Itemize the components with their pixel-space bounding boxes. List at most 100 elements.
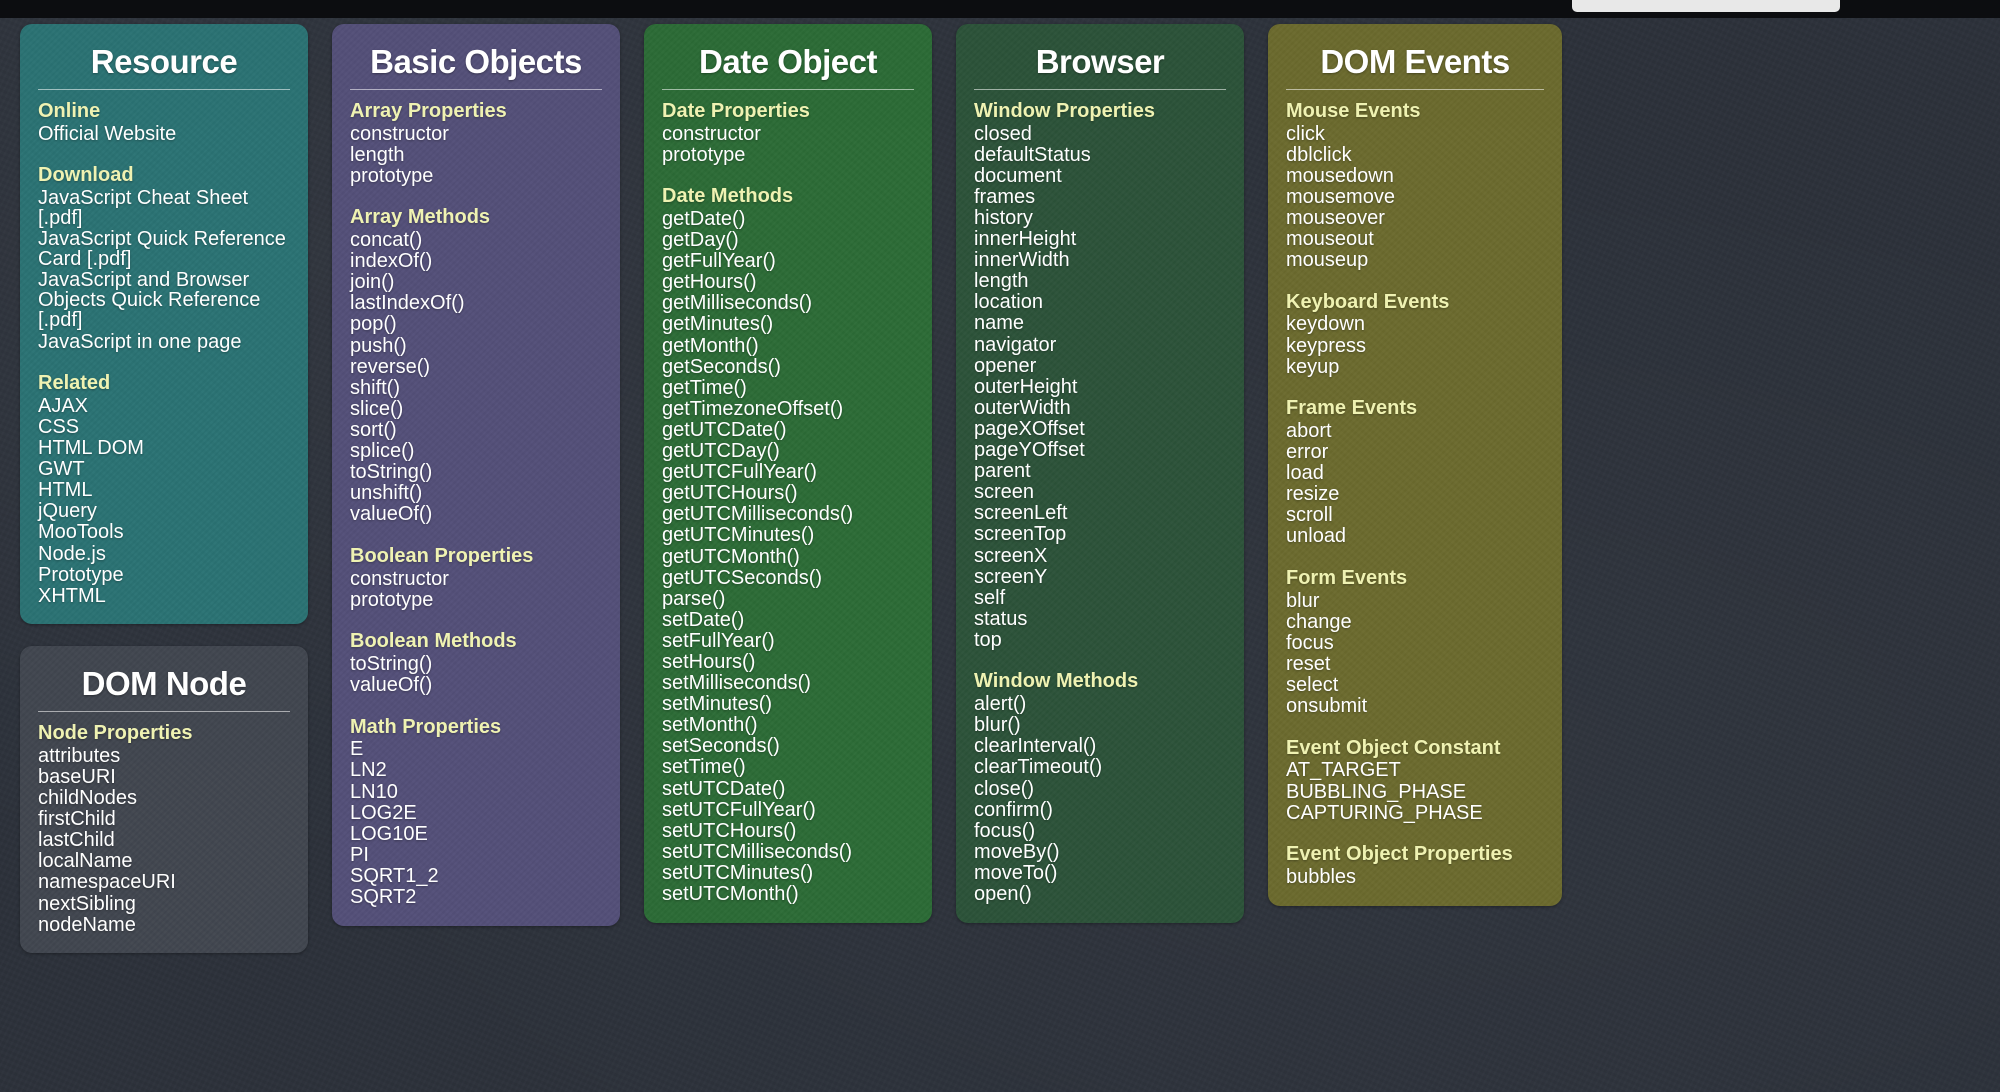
- list-item[interactable]: constructor: [350, 568, 602, 589]
- list-item[interactable]: pageXOffset: [974, 418, 1226, 439]
- list-item[interactable]: setTime(): [662, 757, 914, 778]
- list-item[interactable]: toString(): [350, 653, 602, 674]
- list-item[interactable]: location: [974, 292, 1226, 313]
- list-item[interactable]: change: [1286, 611, 1544, 632]
- list-item[interactable]: setUTCHours(): [662, 820, 914, 841]
- list-item[interactable]: reverse(): [350, 356, 602, 377]
- list-item[interactable]: PI: [350, 844, 602, 865]
- list-item[interactable]: setHours(): [662, 651, 914, 672]
- list-item[interactable]: screen: [974, 482, 1226, 503]
- list-item[interactable]: attributes: [38, 745, 290, 766]
- list-item[interactable]: valueOf(): [350, 504, 602, 525]
- list-item[interactable]: getHours(): [662, 272, 914, 293]
- list-item[interactable]: innerHeight: [974, 229, 1226, 250]
- list-item[interactable]: valueOf(): [350, 675, 602, 696]
- list-item[interactable]: firstChild: [38, 809, 290, 830]
- list-item[interactable]: click: [1286, 123, 1544, 144]
- list-item[interactable]: HTML DOM: [38, 438, 290, 459]
- list-item[interactable]: reset: [1286, 653, 1544, 674]
- list-item[interactable]: moveTo(): [974, 862, 1226, 883]
- list-item[interactable]: CSS: [38, 416, 290, 437]
- list-item[interactable]: name: [974, 313, 1226, 334]
- list-item[interactable]: getMinutes(): [662, 314, 914, 335]
- list-item[interactable]: getDay(): [662, 230, 914, 251]
- list-item[interactable]: clearInterval(): [974, 736, 1226, 757]
- list-item[interactable]: getMilliseconds(): [662, 293, 914, 314]
- list-item[interactable]: Prototype: [38, 564, 290, 585]
- list-item[interactable]: HTML: [38, 480, 290, 501]
- list-item[interactable]: E: [350, 739, 602, 760]
- list-item[interactable]: sort(): [350, 419, 602, 440]
- list-item[interactable]: mousemove: [1286, 186, 1544, 207]
- list-item[interactable]: nodeName: [38, 914, 290, 935]
- list-item[interactable]: clearTimeout(): [974, 757, 1226, 778]
- list-item[interactable]: unload: [1286, 526, 1544, 547]
- list-item[interactable]: focus(): [974, 820, 1226, 841]
- list-item[interactable]: keypress: [1286, 335, 1544, 356]
- list-item[interactable]: getSeconds(): [662, 356, 914, 377]
- list-item[interactable]: close(): [974, 778, 1226, 799]
- list-item[interactable]: concat(): [350, 230, 602, 251]
- list-item[interactable]: mouseout: [1286, 229, 1544, 250]
- list-item[interactable]: unshift(): [350, 483, 602, 504]
- list-item[interactable]: Node.js: [38, 543, 290, 564]
- list-item[interactable]: self: [974, 587, 1226, 608]
- list-item[interactable]: CAPTURING_PHASE: [1286, 802, 1544, 823]
- list-item[interactable]: screenTop: [974, 524, 1226, 545]
- list-item[interactable]: JavaScript in one page: [38, 331, 290, 352]
- list-item[interactable]: setDate(): [662, 609, 914, 630]
- list-item[interactable]: setUTCMinutes(): [662, 862, 914, 883]
- list-item[interactable]: getUTCDate(): [662, 419, 914, 440]
- list-item[interactable]: keyup: [1286, 356, 1544, 377]
- list-item[interactable]: focus: [1286, 632, 1544, 653]
- list-item[interactable]: GWT: [38, 459, 290, 480]
- list-item[interactable]: top: [974, 629, 1226, 650]
- list-item[interactable]: scroll: [1286, 505, 1544, 526]
- list-item[interactable]: open(): [974, 884, 1226, 905]
- list-item[interactable]: getUTCSeconds(): [662, 567, 914, 588]
- list-item[interactable]: select: [1286, 675, 1544, 696]
- list-item[interactable]: screenY: [974, 566, 1226, 587]
- list-item[interactable]: JavaScript and Browser Objects Quick Ref…: [38, 270, 290, 331]
- list-item[interactable]: AT_TARGET: [1286, 760, 1544, 781]
- list-item[interactable]: mousedown: [1286, 165, 1544, 186]
- list-item[interactable]: childNodes: [38, 788, 290, 809]
- list-item[interactable]: blur: [1286, 590, 1544, 611]
- list-item[interactable]: getUTCMonth(): [662, 546, 914, 567]
- list-item[interactable]: getUTCMinutes(): [662, 525, 914, 546]
- list-item[interactable]: pageYOffset: [974, 440, 1226, 461]
- list-item[interactable]: confirm(): [974, 799, 1226, 820]
- list-item[interactable]: error: [1286, 442, 1544, 463]
- list-item[interactable]: getTime(): [662, 377, 914, 398]
- list-item[interactable]: shift(): [350, 377, 602, 398]
- list-item[interactable]: MooTools: [38, 522, 290, 543]
- list-item[interactable]: setMilliseconds(): [662, 673, 914, 694]
- list-item[interactable]: toString(): [350, 462, 602, 483]
- list-item[interactable]: JavaScript Quick Reference Card [.pdf]: [38, 229, 290, 270]
- list-item[interactable]: parent: [974, 461, 1226, 482]
- list-item[interactable]: mouseover: [1286, 208, 1544, 229]
- list-item[interactable]: indexOf(): [350, 251, 602, 272]
- list-item[interactable]: getMonth(): [662, 335, 914, 356]
- list-item[interactable]: Official Website: [38, 123, 290, 144]
- list-item[interactable]: outerWidth: [974, 397, 1226, 418]
- list-item[interactable]: setMinutes(): [662, 694, 914, 715]
- list-item[interactable]: SQRT1_2: [350, 865, 602, 886]
- list-item[interactable]: innerWidth: [974, 250, 1226, 271]
- list-item[interactable]: setUTCMonth(): [662, 884, 914, 905]
- list-item[interactable]: LOG10E: [350, 823, 602, 844]
- list-item[interactable]: setUTCDate(): [662, 778, 914, 799]
- list-item[interactable]: getUTCMilliseconds(): [662, 504, 914, 525]
- list-item[interactable]: prototype: [350, 165, 602, 186]
- list-item[interactable]: setUTCMilliseconds(): [662, 841, 914, 862]
- list-item[interactable]: opener: [974, 355, 1226, 376]
- list-item[interactable]: LOG2E: [350, 802, 602, 823]
- list-item[interactable]: localName: [38, 851, 290, 872]
- list-item[interactable]: getUTCFullYear(): [662, 462, 914, 483]
- list-item[interactable]: LN2: [350, 760, 602, 781]
- list-item[interactable]: closed: [974, 123, 1226, 144]
- list-item[interactable]: bubbles: [1286, 866, 1544, 887]
- list-item[interactable]: join(): [350, 272, 602, 293]
- list-item[interactable]: setMonth(): [662, 715, 914, 736]
- list-item[interactable]: push(): [350, 335, 602, 356]
